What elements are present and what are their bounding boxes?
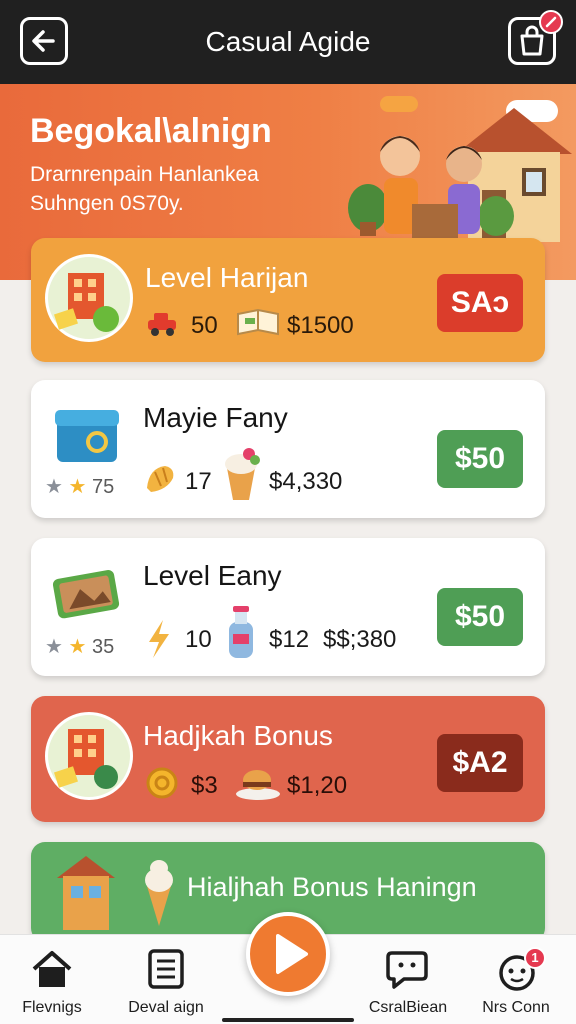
rating-row: ★ ★ 35	[45, 634, 114, 659]
price-button[interactable]: $50	[437, 588, 523, 646]
blue-chest-icon	[55, 410, 119, 462]
offer-stat-count: 10	[185, 626, 212, 653]
small-house-icon	[57, 856, 115, 930]
page-title: Casual Agide	[205, 26, 371, 57]
offer-title: Mayie Fany	[143, 402, 288, 433]
offer-stat-count: 50	[191, 312, 218, 339]
nav-label: Deval aign	[128, 999, 204, 1016]
toy-car-icon	[148, 313, 176, 336]
price-button[interactable]: $A2	[437, 734, 523, 792]
banner-subtitle: Drarnrenpain Hanlankea Suhngen 0S70y.	[30, 160, 350, 218]
ice-cream-cone-icon	[145, 860, 173, 926]
book-icon	[237, 308, 279, 336]
croissant-icon	[147, 466, 174, 492]
offer-stat-amount: $4,330	[269, 468, 343, 495]
rating-value: 35	[92, 636, 115, 658]
offer-thumbnail	[45, 712, 133, 800]
star-icon-gold: ★	[62, 636, 87, 658]
star-icon-grey: ★	[45, 636, 63, 658]
banner-subtitle-line2: Suhngen 0S70y.	[30, 192, 184, 215]
home-indicator	[222, 1018, 354, 1022]
offer-stat-total: $$;380	[323, 626, 397, 653]
offer-title: Hialjhah Bonus Haningn	[187, 872, 477, 902]
notification-badge	[539, 10, 563, 34]
nav-label: Flevnigs	[22, 999, 82, 1016]
nav-item-deval-aign[interactable]: Deval aign	[106, 935, 226, 1024]
nav-item-flevnigs[interactable]: Flevnigs	[0, 935, 112, 1024]
ice-cream-cup-icon	[225, 448, 260, 500]
nav-notification-badge: 1	[524, 947, 546, 969]
offer-thumbnail	[45, 254, 133, 342]
offer-stat-count: $3	[191, 772, 218, 799]
offer-title: Hadjkah Bonus	[143, 720, 333, 751]
building-icon	[54, 273, 119, 332]
play-icon	[276, 934, 308, 974]
shop-button[interactable]	[508, 10, 563, 65]
offer-title: Level Eany	[143, 560, 282, 591]
price-button[interactable]: $50	[437, 430, 523, 488]
nav-label: Nrs Conn	[482, 999, 550, 1016]
banner-subtitle-line1: Drarnrenpain Hanlankea	[30, 163, 259, 186]
nav-item-csralbiean[interactable]: CsralBiean	[348, 935, 468, 1024]
nav-label: CsralBiean	[368, 999, 448, 1016]
offer-card-mayie-fany[interactable]: Mayie Fany ★ ★ 75 17 $4,330 $50	[31, 380, 545, 518]
star-icon-gold: ★	[62, 476, 87, 498]
price-button[interactable]: SAɔ	[437, 274, 523, 332]
offer-stat-amount: $1,20	[287, 772, 348, 799]
play-button[interactable]	[246, 912, 330, 996]
offer-stat-amount: $12	[269, 626, 310, 653]
rating-value: 75	[92, 476, 115, 498]
offer-stat-amount: $1500	[287, 312, 354, 339]
lightning-icon	[149, 620, 169, 658]
offer-card-level-harijan[interactable]: Level Harijan 50 $1500 SAɔ	[31, 238, 545, 362]
rating-row: ★ ★ 75	[45, 474, 114, 499]
map-scroll-icon	[52, 570, 120, 619]
offer-stat-count: 17	[185, 468, 212, 495]
offer-card-hadjkah-bonus[interactable]: Hadjkah Bonus $3 $1,20 $A2	[31, 696, 545, 822]
offer-card-level-eany[interactable]: Level Eany ★ ★ 35 10 $12 $$;380 $50	[31, 538, 545, 676]
potion-bottle-icon	[229, 606, 253, 658]
pen-icon	[545, 16, 557, 28]
nav-item-nrs-conn[interactable]: 1 Nrs Conn	[456, 935, 576, 1024]
star-icon-grey: ★	[45, 476, 63, 498]
home-icon	[32, 951, 72, 987]
list-icon	[148, 949, 184, 989]
chat-bubble-icon	[386, 951, 428, 989]
burger-plate-icon	[236, 770, 280, 800]
offer-title: Level Harijan	[145, 262, 309, 293]
top-app-bar: Casual Agide	[0, 0, 576, 84]
banner-title: Begokal\alnign	[30, 112, 272, 150]
coin-icon	[146, 767, 178, 799]
building-icon	[54, 729, 118, 789]
